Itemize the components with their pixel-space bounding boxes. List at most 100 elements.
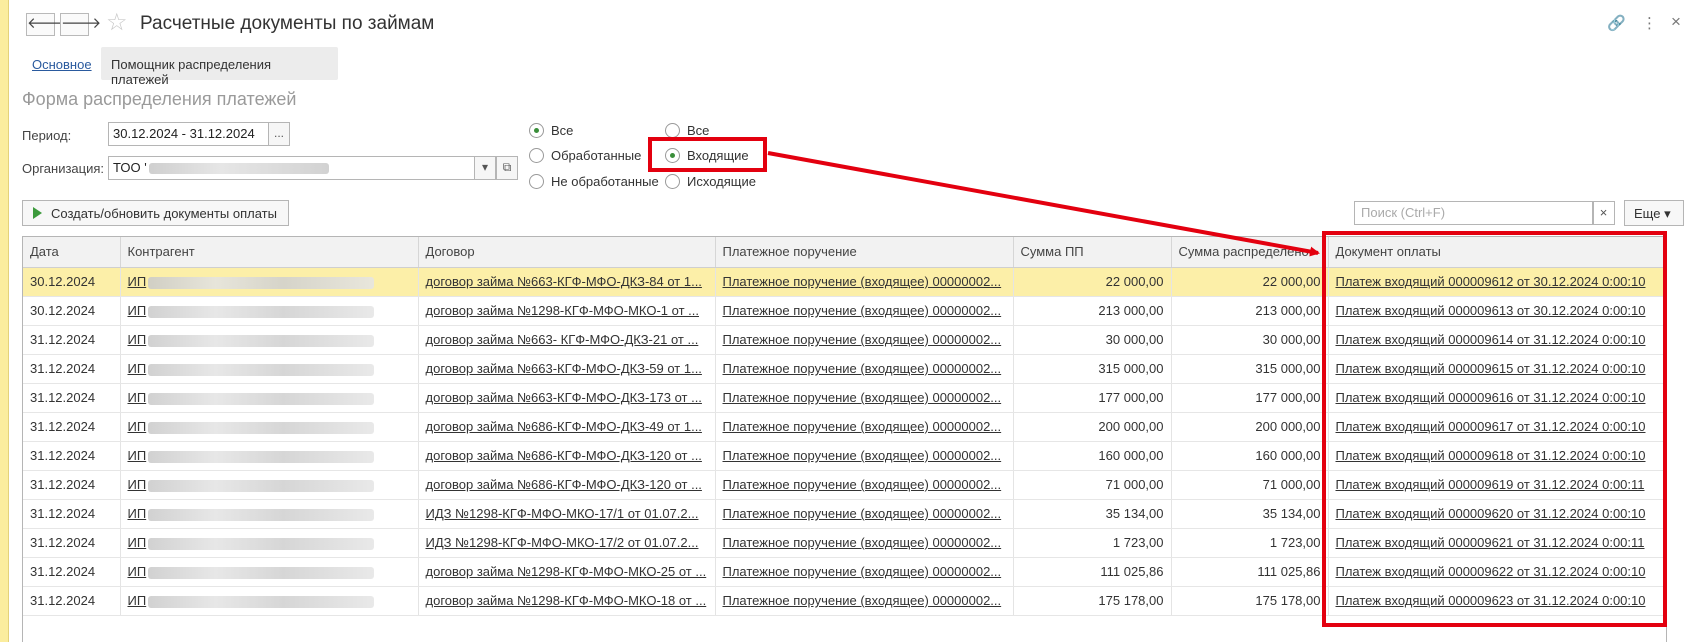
search-clear-button[interactable]: ×: [1592, 201, 1615, 225]
cell-payment-order[interactable]: Платежное поручение (входящее) 00000002.…: [715, 267, 1014, 297]
radio-direction-outgoing[interactable]: Исходящие: [665, 174, 756, 189]
cell-contract[interactable]: договор займа №1298-КГФ-МФО-МКО-1 от ...: [418, 296, 716, 326]
cell-contract[interactable]: договор займа №686-КГФ-МФО-ДКЗ-49 от 1..…: [418, 412, 716, 442]
cell-contractor-text[interactable]: ИП: [128, 361, 147, 376]
cell-contractor[interactable]: ИП: [120, 470, 419, 500]
search-input[interactable]: Поиск (Ctrl+F): [1354, 201, 1594, 225]
period-input[interactable]: 30.12.2024 - 31.12.2024: [108, 122, 270, 146]
cell-contract[interactable]: договор займа №1298-КГФ-МФО-МКО-25 от ..…: [418, 557, 716, 587]
cell-contractor-text[interactable]: ИП: [128, 274, 147, 289]
cell-contract[interactable]: договор займа №1298-КГФ-МФО-МКО-18 от ..…: [418, 586, 716, 616]
cell-payment-order-text[interactable]: Платежное поручение (входящее) 00000002.…: [723, 419, 1002, 434]
favorite-star-icon[interactable]: ☆: [106, 10, 128, 36]
col-sum-distributed[interactable]: Сумма распределено: [1171, 237, 1329, 268]
back-button[interactable]: 🡐: [26, 13, 67, 36]
cell-contract[interactable]: ИДЗ №1298-КГФ-МФО-МКО-17/2 от 01.07.2...: [418, 528, 716, 558]
cell-contractor[interactable]: ИП: [120, 412, 419, 442]
more-button[interactable]: Еще ▾: [1624, 200, 1684, 226]
cell-contract-text[interactable]: договор займа №663- КГФ-МФО-ДКЗ-21 от ..…: [426, 332, 699, 347]
cell-contract-text[interactable]: договор займа №1298-КГФ-МФО-МКО-1 от ...: [426, 303, 699, 318]
period-select-button[interactable]: ...: [268, 122, 290, 146]
radio-status-all[interactable]: Все: [529, 123, 573, 138]
cell-payment-order-text[interactable]: Платежное поручение (входящее) 00000002.…: [723, 274, 1002, 289]
col-sum-pp[interactable]: Сумма ПП: [1013, 237, 1172, 268]
cell-contractor-text[interactable]: ИП: [128, 477, 147, 492]
cell-payment-order-text[interactable]: Платежное поручение (входящее) 00000002.…: [723, 564, 1002, 579]
cell-contract-text[interactable]: договор займа №686-КГФ-МФО-ДКЗ-120 от ..…: [426, 448, 702, 463]
cell-payment-order-text[interactable]: Платежное поручение (входящее) 00000002.…: [723, 477, 1002, 492]
cell-contract-text[interactable]: ИДЗ №1298-КГФ-МФО-МКО-17/1 от 01.07.2...: [426, 506, 699, 521]
cell-payment-order-text[interactable]: Платежное поручение (входящее) 00000002.…: [723, 303, 1002, 318]
cell-contractor[interactable]: ИП: [120, 267, 419, 297]
col-payment-order[interactable]: Платежное поручение: [715, 237, 1014, 268]
cell-payment-order[interactable]: Платежное поручение (входящее) 00000002.…: [715, 499, 1014, 529]
cell-contractor[interactable]: ИП: [120, 354, 419, 384]
cell-contract-text[interactable]: договор займа №686-КГФ-МФО-ДКЗ-49 от 1..…: [426, 419, 702, 434]
cell-payment-order[interactable]: Платежное поручение (входящее) 00000002.…: [715, 557, 1014, 587]
close-icon[interactable]: ×: [1671, 12, 1681, 32]
cell-contractor-text[interactable]: ИП: [128, 448, 147, 463]
cell-contract[interactable]: договор займа №686-КГФ-МФО-ДКЗ-120 от ..…: [418, 441, 716, 471]
cell-payment-order[interactable]: Платежное поручение (входящее) 00000002.…: [715, 586, 1014, 616]
cell-contractor[interactable]: ИП: [120, 557, 419, 587]
col-contractor[interactable]: Контрагент: [120, 237, 419, 268]
cell-contract[interactable]: договор займа №663-КГФ-МФО-ДКЗ-59 от 1..…: [418, 354, 716, 384]
cell-payment-order-text[interactable]: Платежное поручение (входящее) 00000002.…: [723, 332, 1002, 347]
cell-contractor-text[interactable]: ИП: [128, 593, 147, 608]
cell-payment-order[interactable]: Платежное поручение (входящее) 00000002.…: [715, 325, 1014, 355]
col-contract[interactable]: Договор: [418, 237, 716, 268]
cell-payment-order[interactable]: Платежное поручение (входящее) 00000002.…: [715, 441, 1014, 471]
create-update-payment-docs-button[interactable]: Создать/обновить документы оплаты: [22, 200, 289, 226]
cell-contractor-text[interactable]: ИП: [128, 419, 147, 434]
cell-contract-text[interactable]: договор займа №663-КГФ-МФО-ДКЗ-84 от 1..…: [426, 274, 702, 289]
cell-contractor[interactable]: ИП: [120, 441, 419, 471]
cell-contractor-text[interactable]: ИП: [128, 506, 147, 521]
organization-dropdown-button[interactable]: ▾: [474, 156, 496, 180]
radio-direction-all[interactable]: Все: [665, 123, 709, 138]
cell-payment-order-text[interactable]: Платежное поручение (входящее) 00000002.…: [723, 361, 1002, 376]
cell-payment-order-text[interactable]: Платежное поручение (входящее) 00000002.…: [723, 535, 1002, 550]
cell-contract-text[interactable]: договор займа №663-КГФ-МФО-ДКЗ-59 от 1..…: [426, 361, 702, 376]
cell-contractor-text[interactable]: ИП: [128, 535, 147, 550]
tab-main[interactable]: Основное: [32, 57, 92, 72]
more-menu-icon[interactable]: ⋮: [1642, 14, 1657, 32]
cell-contractor[interactable]: ИП: [120, 499, 419, 529]
cell-payment-order[interactable]: Платежное поручение (входящее) 00000002.…: [715, 470, 1014, 500]
cell-contractor[interactable]: ИП: [120, 528, 419, 558]
cell-contract-text[interactable]: договор займа №686-КГФ-МФО-ДКЗ-120 от ..…: [426, 477, 702, 492]
cell-contract-text[interactable]: договор займа №1298-КГФ-МФО-МКО-18 от ..…: [426, 593, 707, 608]
cell-payment-order[interactable]: Платежное поручение (входящее) 00000002.…: [715, 528, 1014, 558]
cell-payment-order[interactable]: Платежное поручение (входящее) 00000002.…: [715, 296, 1014, 326]
cell-contract-text[interactable]: договор займа №663-КГФ-МФО-ДКЗ-173 от ..…: [426, 390, 702, 405]
cell-contractor[interactable]: ИП: [120, 383, 419, 413]
cell-contractor-text[interactable]: ИП: [128, 332, 147, 347]
cell-contract[interactable]: ИДЗ №1298-КГФ-МФО-МКО-17/1 от 01.07.2...: [418, 499, 716, 529]
cell-payment-order-text[interactable]: Платежное поручение (входящее) 00000002.…: [723, 448, 1002, 463]
organization-open-button[interactable]: ⧉: [496, 156, 518, 180]
link-icon[interactable]: 🔗: [1607, 14, 1626, 32]
radio-status-processed[interactable]: Обработанные: [529, 148, 641, 163]
forward-button[interactable]: 🡒: [60, 13, 101, 36]
cell-payment-order-text[interactable]: Платежное поручение (входящее) 00000002.…: [723, 593, 1002, 608]
col-date[interactable]: Дата: [23, 237, 121, 268]
cell-payment-order[interactable]: Платежное поручение (входящее) 00000002.…: [715, 412, 1014, 442]
radio-status-unprocessed[interactable]: Не обработанные: [529, 174, 659, 189]
organization-input[interactable]: ТОО ': [108, 156, 476, 180]
cell-contractor-text[interactable]: ИП: [128, 564, 147, 579]
cell-contractor-text[interactable]: ИП: [128, 303, 147, 318]
cell-contractor[interactable]: ИП: [120, 325, 419, 355]
cell-contract[interactable]: договор займа №663- КГФ-МФО-ДКЗ-21 от ..…: [418, 325, 716, 355]
cell-payment-order-text[interactable]: Платежное поручение (входящее) 00000002.…: [723, 506, 1002, 521]
cell-payment-order-text[interactable]: Платежное поручение (входящее) 00000002.…: [723, 390, 1002, 405]
cell-payment-order[interactable]: Платежное поручение (входящее) 00000002.…: [715, 383, 1014, 413]
cell-contract[interactable]: договор займа №663-КГФ-МФО-ДКЗ-173 от ..…: [418, 383, 716, 413]
cell-contractor[interactable]: ИП: [120, 296, 419, 326]
cell-contractor[interactable]: ИП: [120, 586, 419, 616]
cell-contract-text[interactable]: договор займа №1298-КГФ-МФО-МКО-25 от ..…: [426, 564, 707, 579]
cell-contract[interactable]: договор займа №686-КГФ-МФО-ДКЗ-120 от ..…: [418, 470, 716, 500]
cell-contract[interactable]: договор займа №663-КГФ-МФО-ДКЗ-84 от 1..…: [418, 267, 716, 297]
cell-contract-text[interactable]: ИДЗ №1298-КГФ-МФО-МКО-17/2 от 01.07.2...: [426, 535, 699, 550]
cell-contractor-text[interactable]: ИП: [128, 390, 147, 405]
cell-payment-order[interactable]: Платежное поручение (входящее) 00000002.…: [715, 354, 1014, 384]
tab-payment-assistant[interactable]: Помощник распределения платежей: [101, 47, 338, 87]
